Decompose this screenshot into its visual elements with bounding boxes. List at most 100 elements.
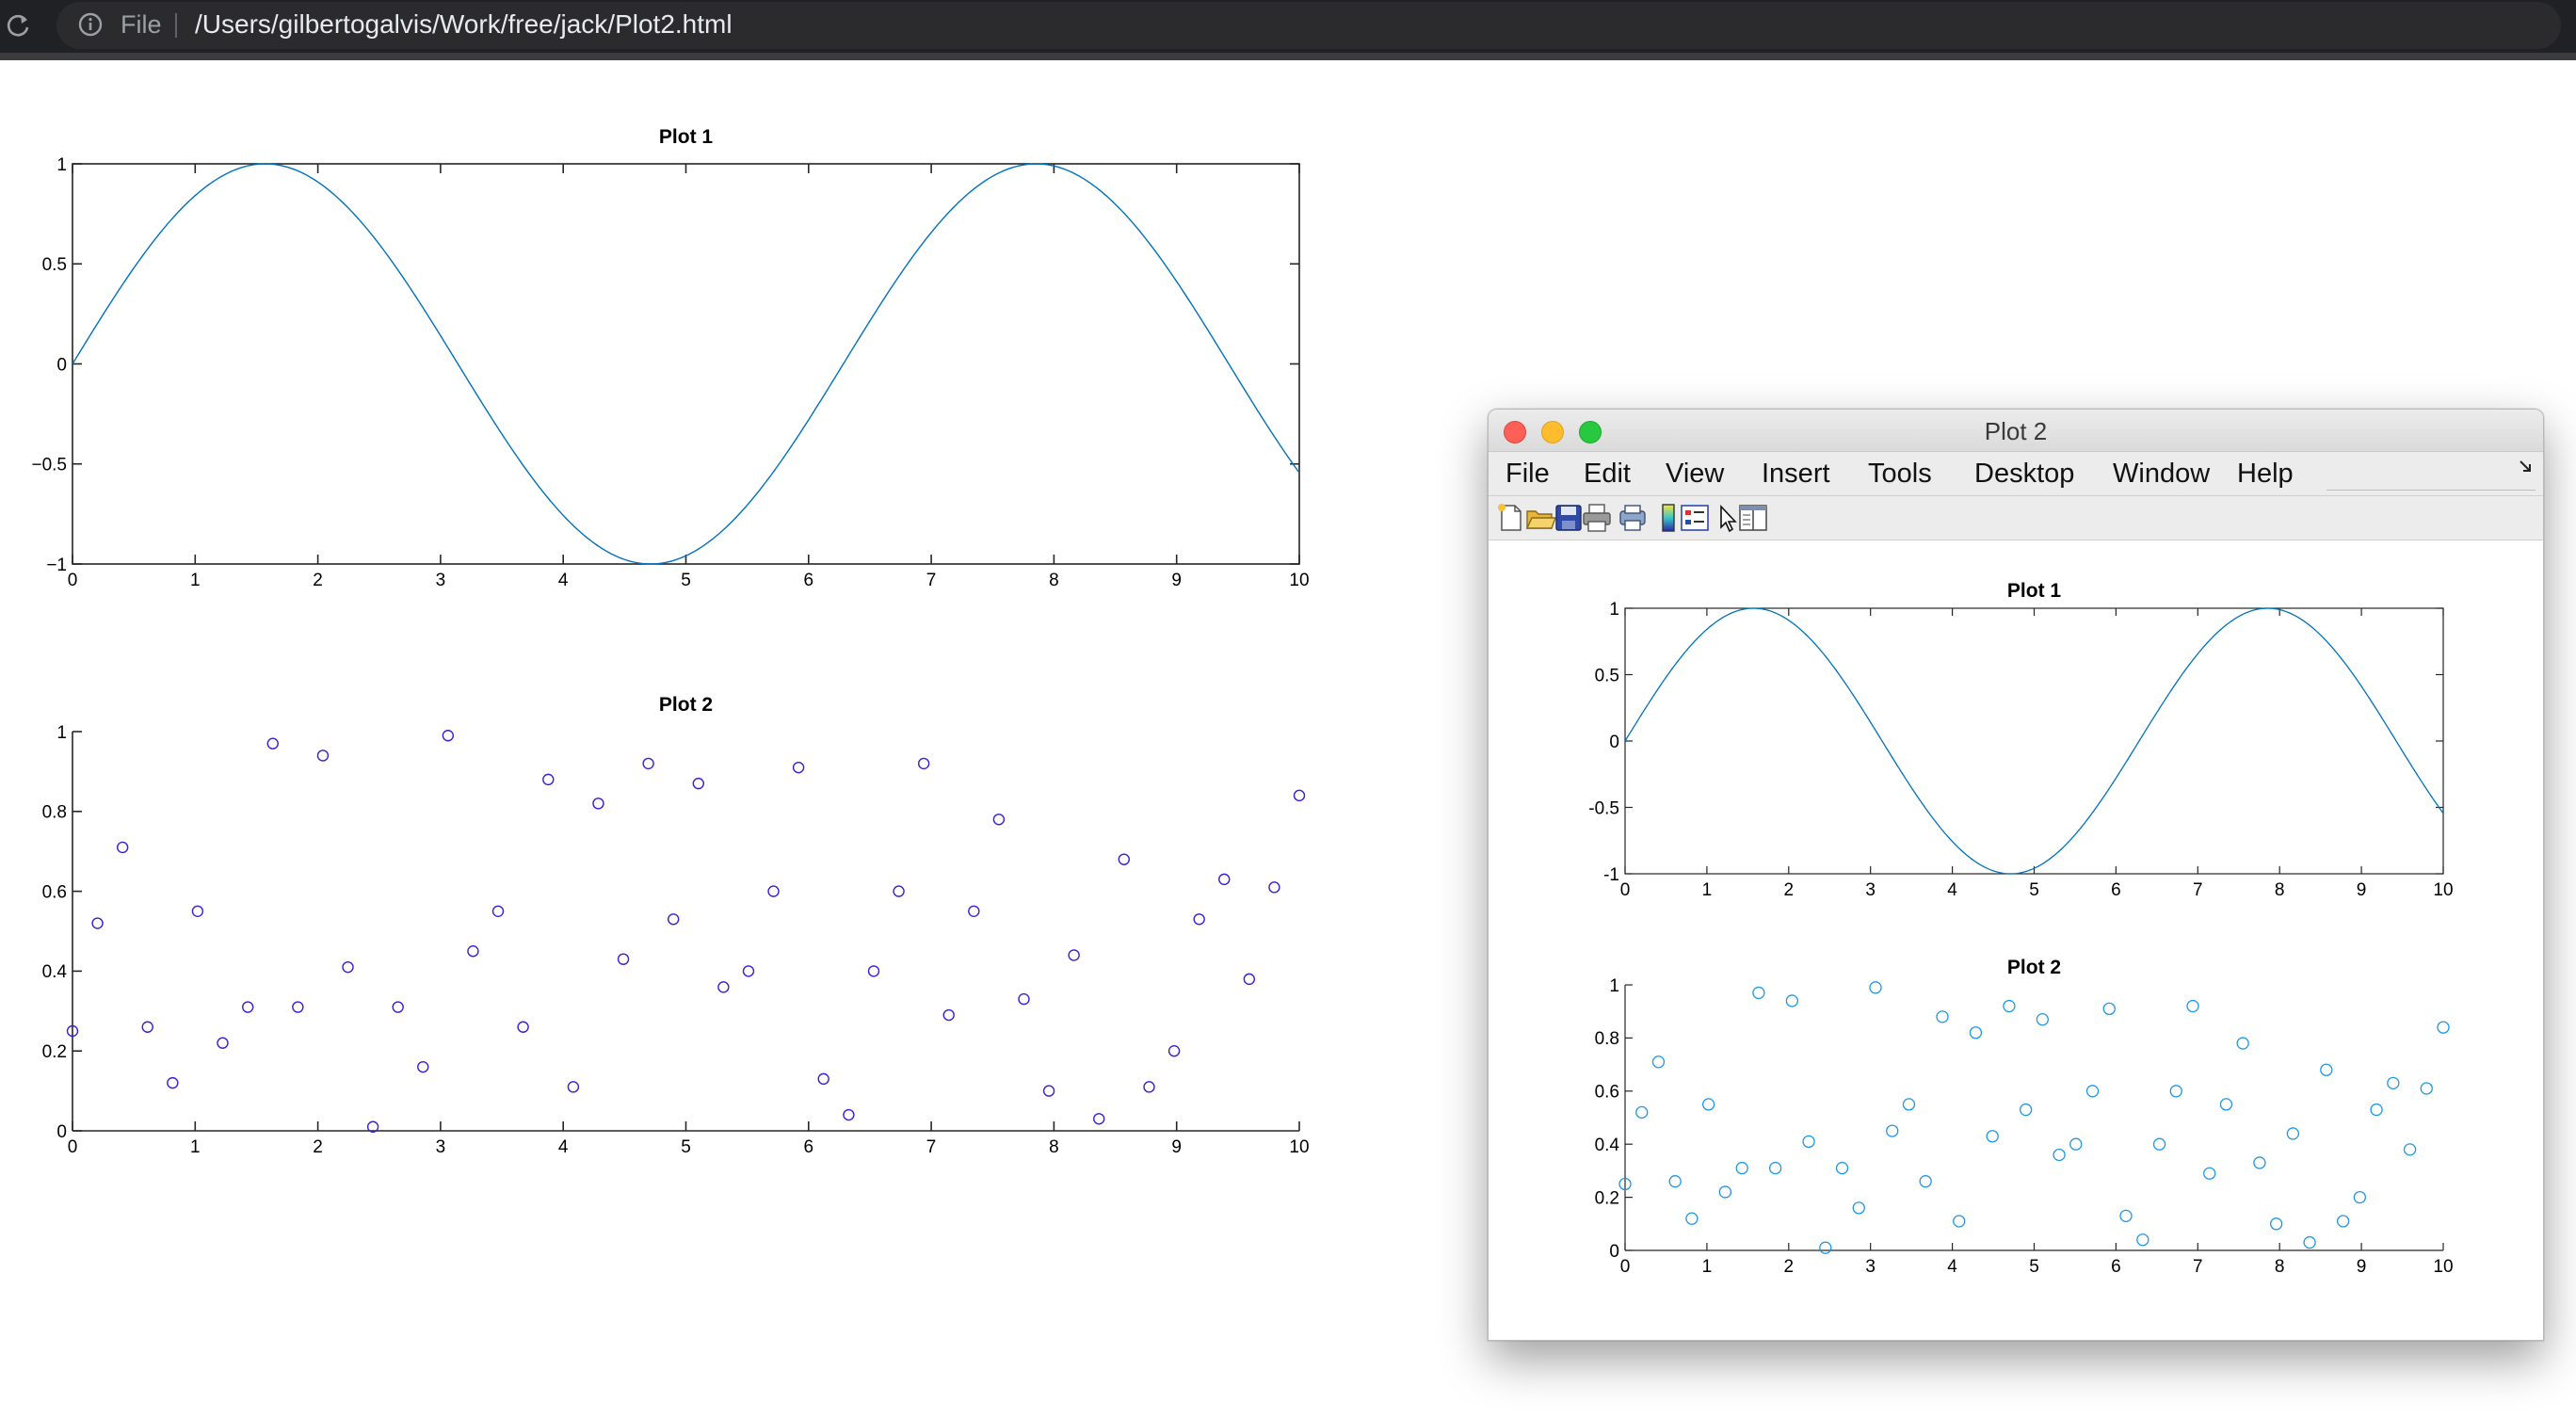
x-tick-label: 9 — [1171, 1137, 1182, 1157]
dock-arrow-icon[interactable] — [2519, 459, 2534, 475]
scatter-point — [2420, 1082, 2433, 1095]
scatter-point — [968, 905, 980, 917]
y-tick-label: 0.4 — [42, 962, 68, 982]
info-icon[interactable] — [77, 11, 104, 38]
x-tick-label: 4 — [558, 1137, 569, 1157]
scatter-point — [1902, 1098, 1916, 1111]
scatter-point — [266, 737, 279, 749]
menu-bar: File Edit View Insert Tools Desktop Wind… — [1489, 452, 2543, 496]
x-tick-label: 10 — [1289, 1137, 1309, 1157]
y-tick-label: 0.2 — [42, 1042, 67, 1062]
page-plots: Plot 10 1 2 3 4 5 6 7 8 9 10−1−0.500.51 Plot 20 1 2 3… — [31, 126, 1310, 1157]
scatter-point — [668, 913, 680, 926]
scatter-point — [1268, 881, 1280, 894]
scatter-point — [1752, 986, 1765, 1000]
y-tick-label: 0 — [56, 355, 67, 375]
open-file-icon[interactable] — [1524, 502, 1556, 534]
scatter-point — [1293, 789, 1306, 802]
scatter-point — [1093, 1113, 1105, 1125]
y-tick-label: 1 — [1609, 600, 1619, 620]
print-preview-icon[interactable] — [1617, 502, 1649, 534]
x-tick-label: 4 — [558, 571, 569, 590]
menu-file[interactable]: File — [1505, 458, 1550, 490]
scatter-point — [2169, 1085, 2182, 1098]
menu-insert[interactable]: Insert — [1762, 458, 1830, 490]
x-tick-label: 8 — [1049, 1137, 1059, 1157]
scatter-point — [1042, 1085, 1055, 1097]
scatter-point — [592, 798, 604, 810]
scatter-point — [2269, 1217, 2283, 1231]
x-tick-label: 3 — [1865, 880, 1876, 900]
scatter-point — [542, 773, 555, 786]
scatter-point — [843, 1108, 855, 1121]
scatter-point — [1819, 1241, 1832, 1254]
scatter-point — [467, 945, 479, 958]
scatter-point — [942, 1008, 955, 1022]
scatter-point — [2236, 1037, 2249, 1050]
y-tick-label: -1 — [1603, 865, 1619, 885]
x-tick-label: 2 — [313, 1137, 323, 1157]
scatter-point — [2403, 1143, 2417, 1156]
scatter-point — [1919, 1175, 1932, 1188]
scatter-point — [1685, 1212, 1699, 1225]
legend-icon[interactable] — [1679, 502, 1711, 534]
page-plot-2: Plot 2 0 1 2 3 4 5 6 7 8 9 10 0 0.2 0.4 0.6 0.8 1 — [42, 694, 1310, 1157]
new-figure-icon[interactable] — [1494, 502, 1526, 534]
x-tick-label: 0 — [68, 571, 78, 590]
menu-tools[interactable]: Tools — [1868, 458, 1932, 490]
figure-toolbar — [1489, 496, 2543, 540]
scatter-point — [792, 761, 805, 774]
window-title: Plot 2 — [1984, 417, 2048, 445]
scatter-point — [342, 960, 354, 974]
x-tick-label: 9 — [2357, 1257, 2367, 1277]
x-tick-label: 0 — [68, 1137, 78, 1157]
scatter-point — [316, 749, 330, 762]
url-text[interactable]: /Users/gilbertogalvis/Work/free/jack/Plo… — [195, 8, 733, 40]
scatter-point — [617, 953, 630, 965]
scatter-point — [2253, 1156, 2266, 1169]
menu-edit[interactable]: Edit — [1584, 458, 1631, 490]
omnibox-divider — [175, 13, 177, 38]
series-line — [72, 163, 1300, 565]
menu-view[interactable]: View — [1666, 458, 1724, 490]
figure-plot-2: Plot 2 0 1 2 3 4 5 6 7 8 9 10 0 0.2 0.4 0.6 0.8 1 — [1595, 957, 2454, 1277]
x-tick-label: 0 — [1620, 880, 1631, 900]
y-tick-label: 0.4 — [1595, 1136, 1620, 1155]
menu-help[interactable]: Help — [2237, 458, 2294, 490]
chart-title: Plot 2 — [2007, 957, 2061, 978]
scatter-point — [2053, 1148, 2066, 1162]
menu-window[interactable]: Window — [2113, 458, 2210, 490]
y-tick-label: 0 — [1609, 733, 1619, 752]
chart-title: Plot 1 — [2007, 580, 2061, 602]
scatter-point — [1143, 1081, 1155, 1093]
reload-icon[interactable] — [4, 11, 32, 40]
y-tick-label: 1 — [56, 155, 67, 175]
x-tick-label: 3 — [1865, 1257, 1876, 1277]
scatter-point — [1651, 1055, 1666, 1069]
print-icon[interactable] — [1581, 502, 1613, 534]
scatter-point — [1785, 994, 1799, 1007]
menu-desktop[interactable]: Desktop — [1974, 458, 2074, 490]
window-titlebar[interactable]: Plot 2 — [1489, 410, 2543, 452]
property-editor-icon[interactable] — [1737, 502, 1769, 534]
save-icon[interactable] — [1553, 502, 1585, 534]
scatter-point — [2102, 1002, 2116, 1016]
x-tick-label: 8 — [2275, 1257, 2285, 1277]
x-tick-label: 6 — [2111, 1257, 2121, 1277]
x-tick-label: 8 — [2275, 880, 2285, 900]
x-tick-label: 5 — [2029, 880, 2039, 900]
scatter-point — [1243, 973, 1256, 986]
x-tick-label: 1 — [1702, 1257, 1713, 1277]
scatter-point — [2186, 999, 2199, 1013]
figure-window[interactable]: Plot 2 File Edit View Insert Tools Deskt… — [1488, 409, 2544, 1341]
x-tick-label: 5 — [2029, 1257, 2039, 1277]
scatter-point — [241, 1001, 254, 1013]
x-tick-label: 7 — [2193, 1257, 2203, 1277]
scatter-point — [1193, 913, 1205, 926]
chart-title: Plot 2 — [659, 694, 713, 716]
y-tick-label: 0.5 — [42, 255, 67, 275]
x-tick-label: 7 — [926, 571, 937, 590]
scatter-point — [392, 1001, 404, 1013]
x-tick-label: 3 — [436, 1137, 446, 1157]
x-tick-label: 1 — [190, 571, 201, 590]
